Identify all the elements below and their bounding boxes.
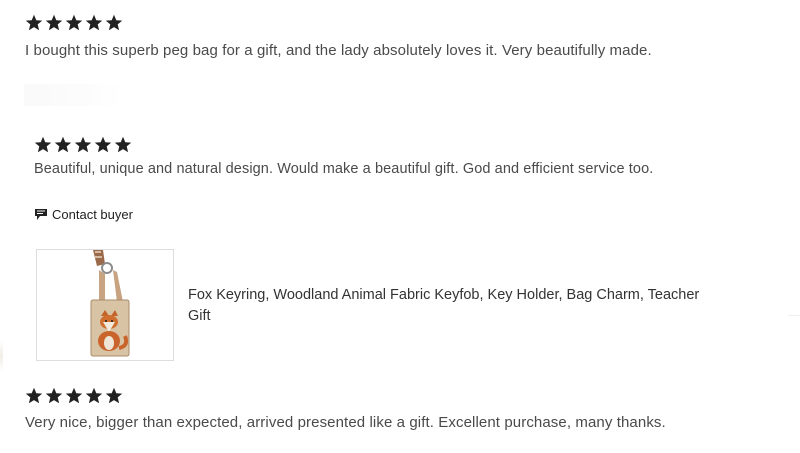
star-icon bbox=[65, 387, 83, 404]
right-edge-divider bbox=[788, 315, 800, 316]
review-2-rating bbox=[34, 136, 132, 154]
review-3-rating bbox=[25, 387, 123, 405]
star-icon bbox=[105, 14, 123, 31]
star-icon bbox=[105, 387, 123, 404]
review-1-text: I bought this superb peg bag for a gift,… bbox=[25, 42, 652, 59]
review-2-text: Beautiful, unique and natural design. Wo… bbox=[34, 161, 654, 177]
left-edge-artifact bbox=[0, 341, 3, 371]
star-icon bbox=[85, 14, 103, 31]
star-icon bbox=[45, 14, 63, 31]
star-icon bbox=[114, 136, 132, 153]
review-3-text: Very nice, bigger than expected, arrived… bbox=[25, 414, 666, 431]
star-icon bbox=[45, 387, 63, 404]
star-icon bbox=[74, 136, 92, 153]
product-thumbnail[interactable] bbox=[36, 249, 174, 361]
faded-reviewer-info bbox=[24, 84, 124, 106]
star-icon bbox=[25, 14, 43, 31]
star-icon bbox=[25, 387, 43, 404]
contact-buyer-link[interactable]: Contact buyer bbox=[34, 207, 133, 222]
star-icon bbox=[85, 387, 103, 404]
fox-keyring-image bbox=[37, 250, 173, 360]
contact-buyer-label: Contact buyer bbox=[52, 207, 133, 222]
star-icon bbox=[65, 14, 83, 31]
product-title-link[interactable]: Fox Keyring, Woodland Animal Fabric Keyf… bbox=[188, 285, 708, 327]
review-1-rating bbox=[25, 14, 123, 32]
star-icon bbox=[94, 136, 112, 153]
message-flag-icon bbox=[34, 208, 48, 221]
star-icon bbox=[54, 136, 72, 153]
star-icon bbox=[34, 136, 52, 153]
